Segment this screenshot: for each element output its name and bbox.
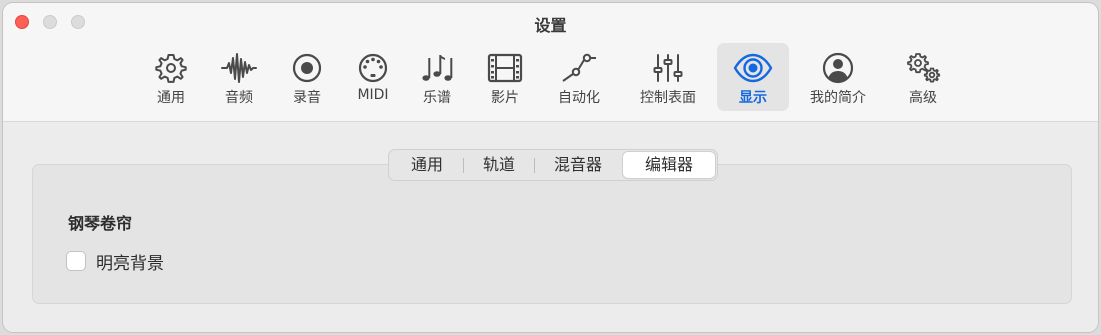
toolbar-label-general: 通用 [157,90,185,106]
gear-icon [151,50,191,86]
window-title: 设置 [534,16,567,35]
music-notes-icon [417,50,457,86]
waveform-icon [219,50,259,86]
toolbar-item-display[interactable]: 显示 [717,43,789,111]
toolbar-label-advanced: 高级 [909,90,937,106]
toolbar-item-movie[interactable]: 影片 [477,43,533,111]
bright-background-option[interactable]: 明亮背景 [66,249,164,274]
toolbar-item-control-surfaces[interactable]: 控制表面 [629,43,707,111]
settings-window: 设置 通用 音频 录音 MIDI 乐谱 影片 自动化 控制表面 显示 我的简介 … [2,2,1099,333]
toolbar-item-my-info[interactable]: 我的简介 [799,43,877,111]
midi-port-icon [353,50,393,86]
settings-tabs: 通用 轨道 混音器 编辑器 [388,149,718,181]
record-icon [287,50,327,86]
toolbar-item-general[interactable]: 通用 [143,43,199,111]
toolbar-label-display: 显示 [739,90,767,106]
bright-background-checkbox[interactable] [66,251,86,271]
toolbar-item-advanced[interactable]: 高级 [893,43,953,111]
sliders-icon [648,50,688,86]
eye-icon [733,50,773,86]
tab-mixer[interactable]: 混音器 [535,152,621,178]
toolbar-label-audio: 音频 [225,90,253,106]
bright-background-label: 明亮背景 [96,253,164,274]
film-icon [485,50,525,86]
toolbar-item-audio[interactable]: 音频 [211,43,267,111]
title-bar: 设置 通用 音频 录音 MIDI 乐谱 影片 自动化 控制表面 显示 我的简介 … [3,3,1098,122]
editor-settings-panel [32,164,1072,304]
toolbar-label-my-info: 我的简介 [810,90,866,106]
toolbar-label-movie: 影片 [491,90,519,106]
tab-editors[interactable]: 编辑器 [623,152,715,178]
toolbar-item-midi[interactable]: MIDI [345,43,401,111]
tab-general[interactable]: 通用 [391,152,463,178]
tab-tracks[interactable]: 轨道 [464,152,534,178]
gears-icon [903,50,943,86]
piano-roll-section-title: 钢琴卷帘 [68,214,133,233]
automation-curve-icon [559,50,599,86]
toolbar-item-automation[interactable]: 自动化 [547,43,611,111]
toolbar-label-midi: MIDI [357,87,389,103]
person-circle-icon [818,50,858,86]
toolbar-label-recording: 录音 [293,90,321,106]
toolbar-item-score[interactable]: 乐谱 [409,43,465,111]
preferences-toolbar: 通用 音频 录音 MIDI 乐谱 影片 自动化 控制表面 显示 我的简介 高级 [3,43,1098,113]
toolbar-item-recording[interactable]: 录音 [279,43,335,111]
toolbar-label-automation: 自动化 [558,90,600,106]
toolbar-label-score: 乐谱 [423,90,451,106]
toolbar-label-control-surfaces: 控制表面 [640,90,696,106]
